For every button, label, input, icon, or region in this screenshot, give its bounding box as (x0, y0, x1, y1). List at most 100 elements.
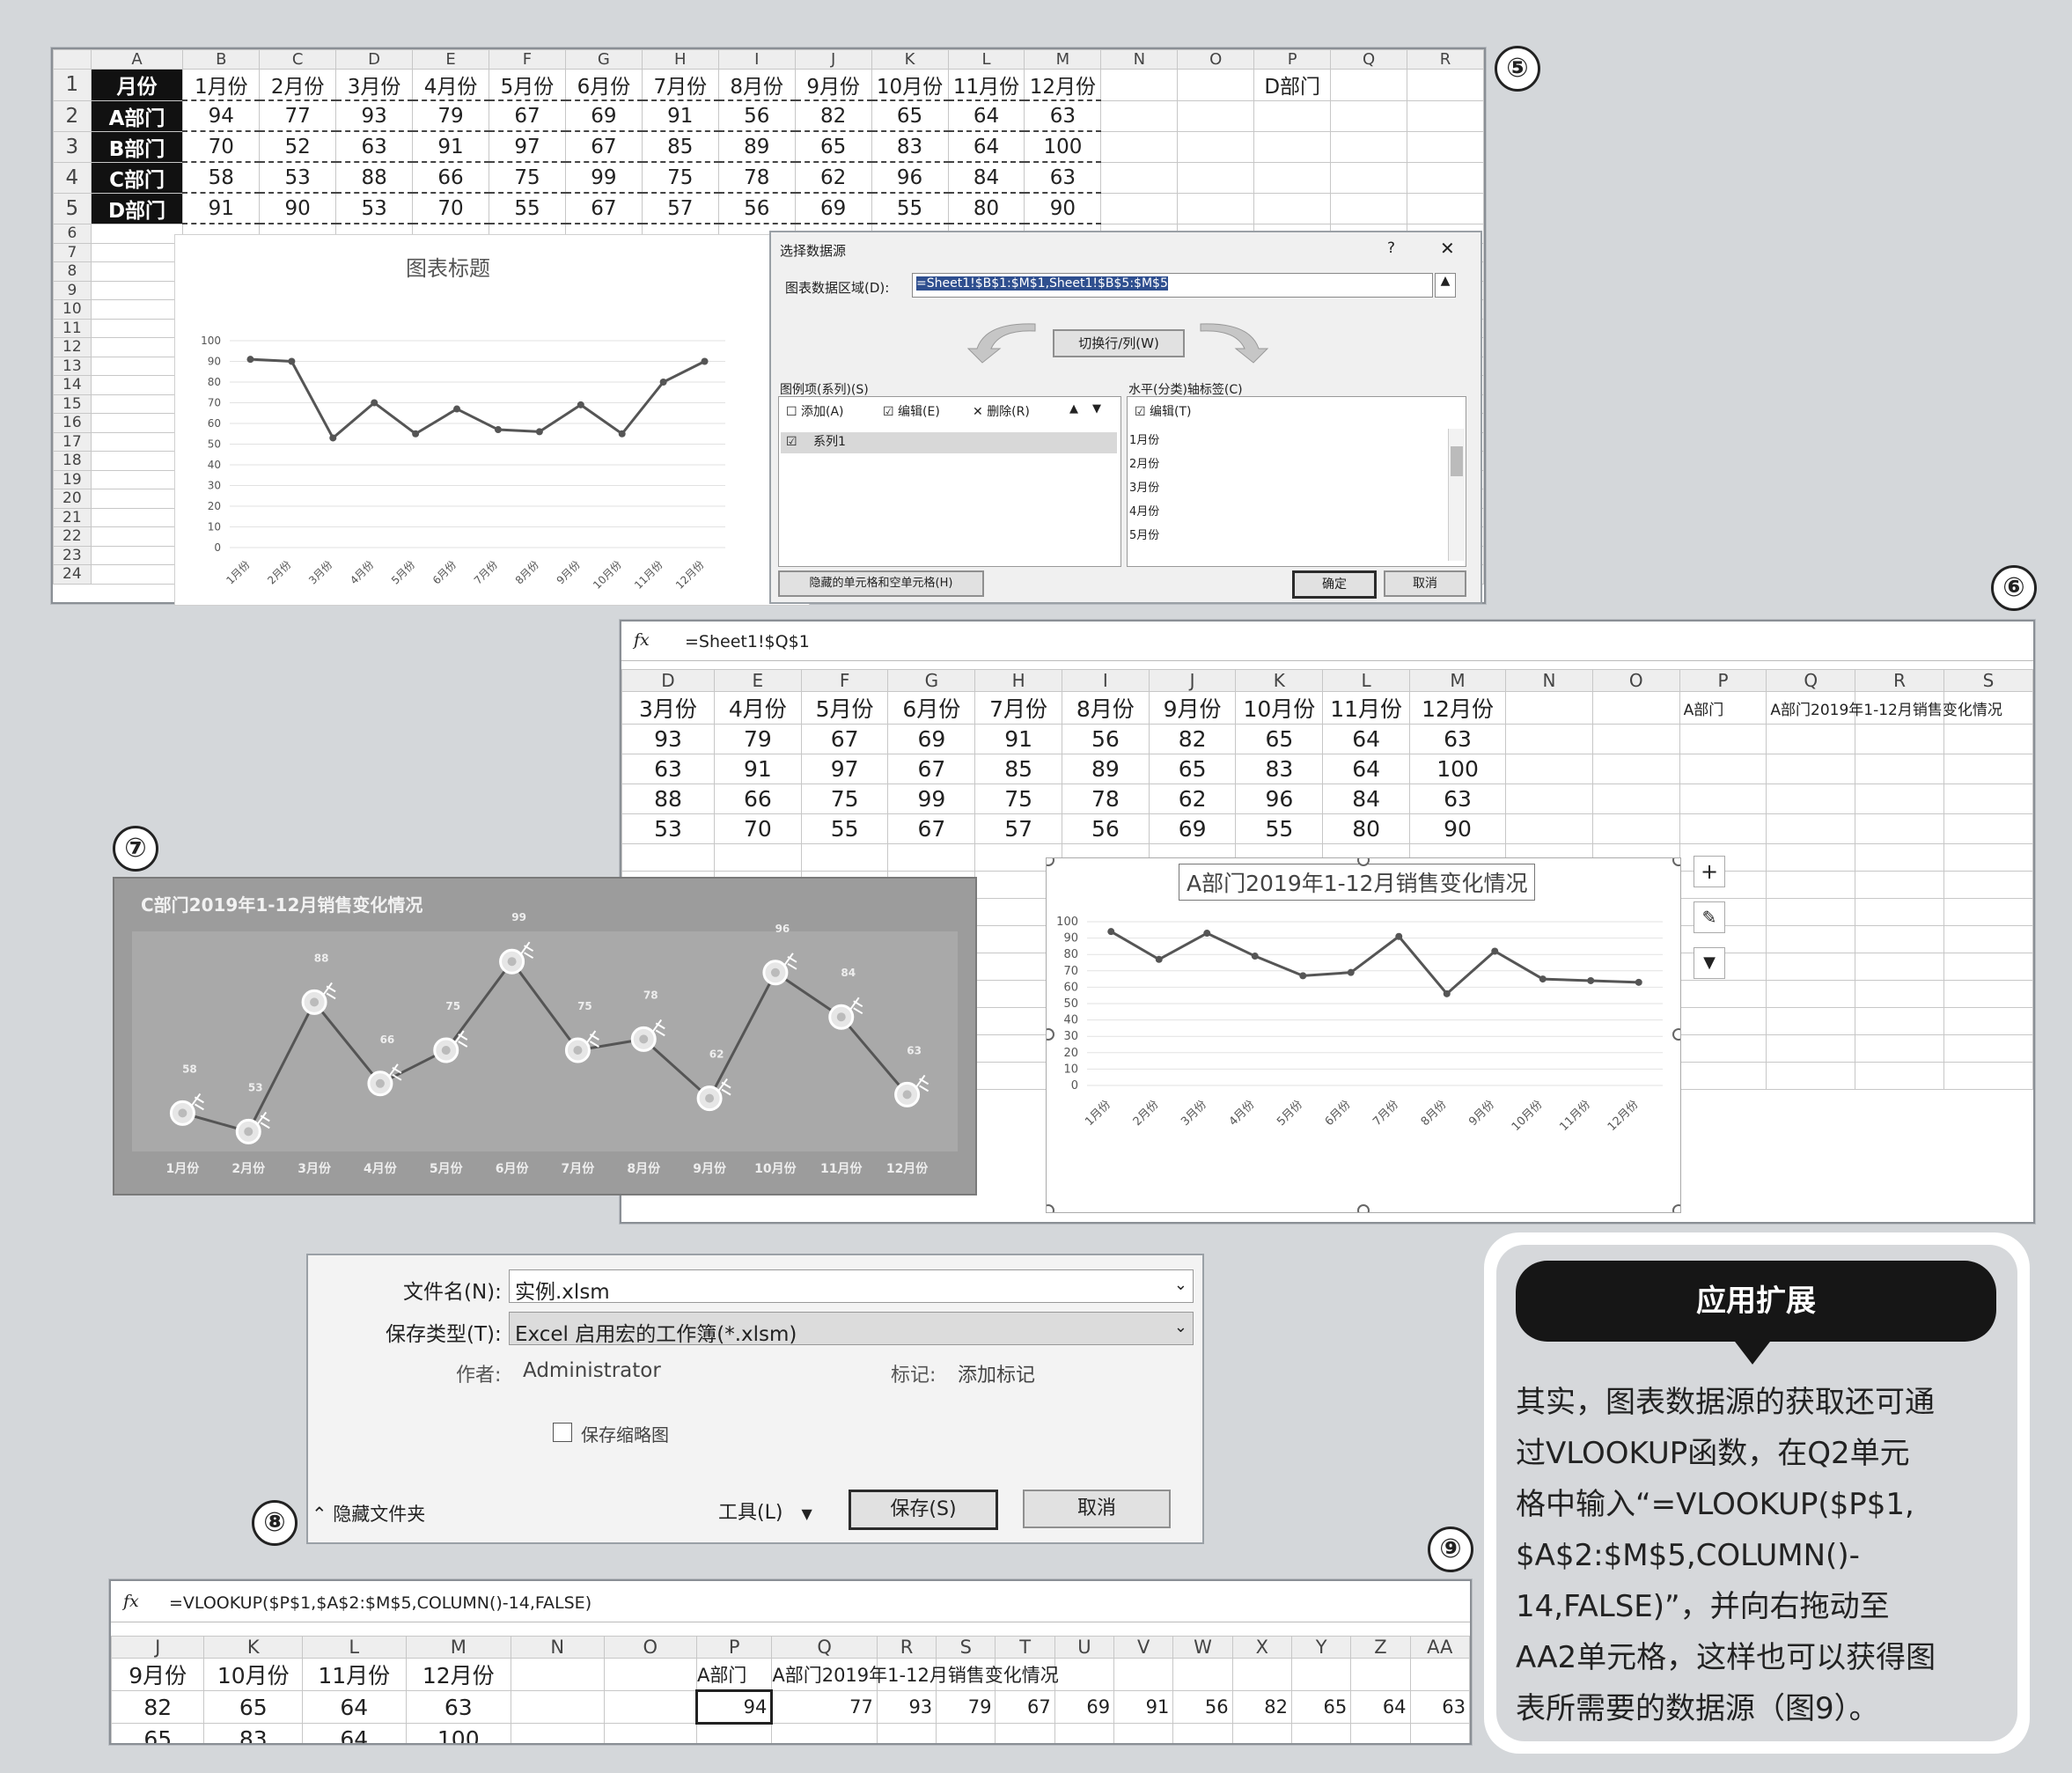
column-header[interactable]: AA (1409, 1636, 1470, 1659)
column-header[interactable]: B (182, 49, 261, 70)
series-checkbox[interactable]: ☑ (786, 435, 797, 449)
hide-folders-toggle[interactable]: ⌃ 隐藏文件夹 (312, 1500, 425, 1527)
table-cell[interactable] (1409, 1658, 1470, 1691)
table-cell[interactable] (1766, 1062, 1856, 1090)
table-cell[interactable] (1100, 161, 1179, 194)
table-cell[interactable]: 7月份 (641, 69, 719, 101)
column-header[interactable]: J (111, 1636, 205, 1659)
column-header[interactable]: O (603, 1636, 697, 1659)
table-cell[interactable] (1407, 130, 1484, 163)
table-cell[interactable] (1231, 1723, 1292, 1743)
column-header[interactable]: O (1591, 669, 1680, 692)
table-cell[interactable]: 10月份 (1235, 691, 1324, 725)
table-cell[interactable]: 66 (713, 784, 802, 814)
table-cell[interactable]: 6月份 (564, 69, 643, 101)
table-cell[interactable]: D部门 (90, 192, 184, 224)
table-cell[interactable]: 12月份 (405, 1658, 512, 1691)
table-cell[interactable] (1591, 754, 1680, 784)
table-cell[interactable]: 62 (1148, 784, 1237, 814)
table-cell[interactable]: 56 (1061, 724, 1150, 754)
table-cell[interactable] (1054, 1723, 1115, 1743)
table-cell[interactable] (1290, 1658, 1352, 1691)
table-cell[interactable] (1253, 99, 1332, 132)
table-cell[interactable]: 91 (974, 724, 1062, 754)
row-header[interactable]: 3 (53, 130, 92, 163)
table-cell[interactable] (1855, 754, 1945, 784)
column-header[interactable]: G (564, 49, 643, 70)
table-cell[interactable]: 97 (800, 754, 889, 784)
table-cell[interactable]: 63 (1408, 724, 1507, 754)
table-cell[interactable]: 100 (1408, 754, 1507, 784)
table-cell[interactable]: 52 (259, 130, 337, 163)
table-cell[interactable] (1591, 784, 1680, 814)
table-cell[interactable] (1330, 192, 1408, 224)
table-cell[interactable]: 80 (1322, 813, 1410, 844)
table-cell[interactable]: 79 (412, 99, 489, 132)
table-cell[interactable] (1253, 130, 1332, 163)
column-header[interactable]: P (695, 1636, 773, 1659)
table-cell[interactable] (1766, 871, 1856, 899)
table-cell[interactable] (90, 545, 184, 565)
table-cell[interactable]: 80 (947, 192, 1025, 224)
table-cell[interactable]: 91 (412, 130, 489, 163)
chevron-down-icon[interactable]: ⌄ (1174, 1318, 1187, 1336)
range-input[interactable]: =Sheet1!$B$1:$M$1,Sheet1!$B$5:$M$5 (912, 273, 1433, 298)
table-cell[interactable]: A部门2019年1-12月销售变化情况 (1766, 691, 2002, 725)
row-header[interactable]: 8 (53, 261, 92, 282)
table-cell[interactable]: 99 (564, 161, 643, 194)
column-header[interactable]: W (1172, 1636, 1233, 1659)
chart-filters-button[interactable]: ▼ (1694, 947, 1725, 979)
column-header[interactable]: Q (1330, 49, 1408, 70)
column-header[interactable]: H (641, 49, 719, 70)
table-cell[interactable]: 67 (564, 130, 643, 163)
table-cell[interactable] (1943, 871, 2033, 899)
table-cell[interactable]: 63 (335, 130, 414, 163)
column-header[interactable]: K (1235, 669, 1324, 692)
table-cell[interactable]: 79 (713, 724, 802, 754)
column-header[interactable]: N (1100, 49, 1179, 70)
table-cell[interactable]: 65 (1235, 724, 1324, 754)
table-cell[interactable]: 90 (1024, 192, 1102, 224)
table-cell[interactable]: 53 (335, 192, 414, 224)
table-cell[interactable] (1407, 69, 1484, 101)
column-header[interactable]: X (1231, 1636, 1292, 1659)
table-cell[interactable] (1766, 980, 1856, 1008)
table-cell[interactable] (1100, 130, 1179, 163)
table-cell[interactable]: 96 (871, 161, 949, 194)
table-cell[interactable] (1409, 1723, 1470, 1743)
column-header[interactable]: E (713, 669, 802, 692)
axis-list-item[interactable]: 1月份 (1129, 429, 1446, 452)
table-cell[interactable]: 58 (182, 161, 261, 194)
table-cell[interactable] (90, 337, 184, 357)
table-cell[interactable]: A部门 (695, 1658, 773, 1691)
column-header[interactable]: I (1061, 669, 1150, 692)
table-cell[interactable]: 11月份 (1322, 691, 1410, 725)
column-header[interactable]: E (412, 49, 489, 70)
row-header[interactable]: 19 (53, 469, 92, 489)
table-cell[interactable]: 56 (1172, 1690, 1233, 1724)
column-header[interactable]: T (995, 1636, 1055, 1659)
table-cell[interactable]: 57 (974, 813, 1062, 844)
column-header[interactable]: M (405, 1636, 512, 1659)
table-cell[interactable]: 69 (887, 724, 976, 754)
table-cell[interactable] (1943, 724, 2033, 754)
table-cell[interactable]: 64 (947, 99, 1025, 132)
table-cell[interactable]: 63 (1024, 99, 1102, 132)
table-cell[interactable] (1330, 130, 1408, 163)
column-header[interactable]: F (489, 49, 566, 70)
table-cell[interactable] (1177, 99, 1255, 132)
row-header[interactable]: 22 (53, 526, 92, 547)
table-cell[interactable]: 70 (713, 813, 802, 844)
table-cell[interactable]: 64 (1322, 754, 1410, 784)
table-cell[interactable]: 96 (1235, 784, 1324, 814)
table-cell[interactable] (1943, 784, 2033, 814)
column-header[interactable]: N (1505, 669, 1593, 692)
table-cell[interactable]: 69 (1054, 1690, 1115, 1724)
table-cell[interactable] (1505, 691, 1593, 725)
table-cell[interactable]: 9月份 (111, 1658, 205, 1691)
table-cell[interactable] (90, 375, 184, 395)
column-header[interactable]: R (1407, 49, 1484, 70)
row-header[interactable]: 11 (53, 318, 92, 338)
column-header[interactable]: U (1054, 1636, 1115, 1659)
column-header[interactable]: L (1322, 669, 1410, 692)
